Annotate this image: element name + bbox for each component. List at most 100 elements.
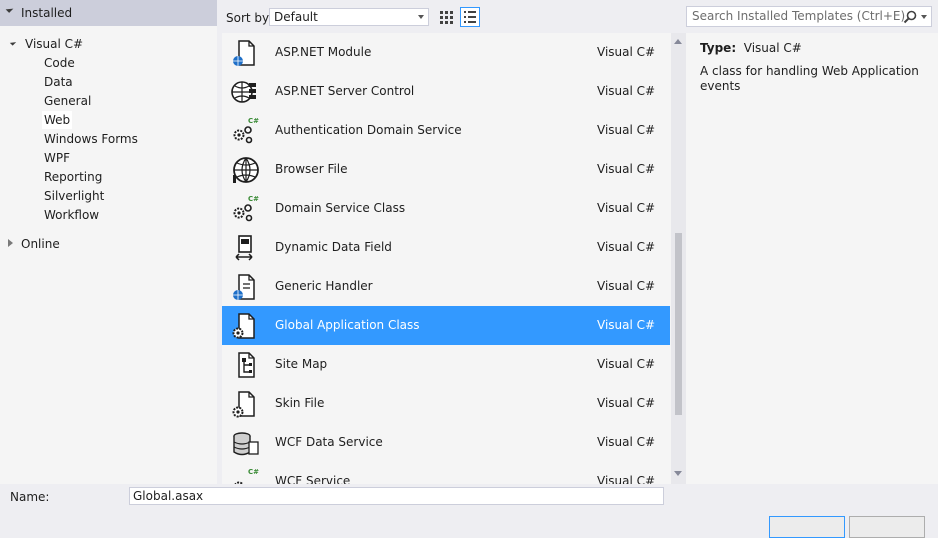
template-type: Type: Visual C# — [700, 41, 802, 55]
globe-icon — [230, 155, 260, 185]
template-name: ASP.NET Module — [275, 45, 372, 59]
list-view-button[interactable] — [460, 7, 480, 27]
tree-item-data[interactable]: Data — [44, 73, 73, 91]
template-row[interactable]: WCF Data Service Visual C# — [222, 423, 670, 462]
template-language: Visual C# — [597, 240, 656, 254]
template-description: A class for handling Web Application eve… — [700, 64, 919, 93]
template-row[interactable]: Skin File Visual C# — [222, 384, 670, 423]
name-field[interactable]: Global.asax — [129, 487, 664, 505]
name-value: Global.asax — [133, 489, 204, 503]
template-language: Visual C# — [597, 435, 656, 449]
tree-item-label: Reporting — [44, 170, 103, 184]
template-row[interactable]: ASP.NET Server Control Visual C# — [222, 72, 670, 111]
data-field-icon — [230, 233, 260, 263]
tree-item-reporting[interactable]: Reporting — [44, 168, 102, 186]
tree-item-web[interactable]: Web — [42, 111, 73, 129]
template-details-panel: Type: Visual C# A class for handling Web… — [686, 33, 938, 484]
template-row[interactable]: C# WCF Service Visual C# — [222, 462, 670, 484]
tree-item-label: WPF — [44, 151, 71, 165]
sort-by-value: Default — [274, 10, 318, 24]
database-icon — [230, 428, 260, 458]
tree-item-windows-forms[interactable]: Windows Forms — [44, 130, 138, 148]
tree-item-code[interactable]: Code — [44, 54, 75, 72]
template-name: Dynamic Data Field — [275, 240, 392, 254]
template-name: Authentication Domain Service — [275, 123, 462, 137]
tree-item-workflow[interactable]: Workflow — [44, 206, 99, 224]
tree-item-label: Silverlight — [44, 189, 105, 203]
tree-item-label: Windows Forms — [44, 132, 138, 146]
chevron-down-icon[interactable] — [921, 15, 927, 19]
template-row[interactable]: Generic Handler Visual C# — [222, 267, 670, 306]
template-language: Visual C# — [597, 162, 656, 176]
template-row[interactable]: Site Map Visual C# — [222, 345, 670, 384]
type-value: Visual C# — [743, 41, 802, 55]
search-templates-input[interactable]: Search Installed Templates (Ctrl+E) — [686, 6, 932, 27]
name-label: Name: — [10, 490, 50, 504]
template-list-scrollbar[interactable] — [671, 33, 686, 484]
tree-item-wpf[interactable]: WPF — [44, 149, 70, 167]
tree-item-label: Online — [21, 237, 60, 251]
template-row[interactable]: Dynamic Data Field Visual C# — [222, 228, 670, 267]
add-button[interactable] — [769, 516, 845, 538]
gear-file-icon — [230, 311, 260, 341]
collapsed-arrow-icon[interactable] — [8, 239, 13, 247]
svg-text:C#: C# — [248, 468, 259, 476]
scroll-down-icon[interactable] — [674, 471, 682, 476]
small-icons-view-button[interactable] — [436, 7, 456, 27]
template-language: Visual C# — [597, 357, 656, 371]
template-row[interactable]: ASP.NET Module Visual C# — [222, 33, 670, 72]
expanded-arrow-icon[interactable] — [9, 39, 17, 46]
template-name: Domain Service Class — [275, 201, 406, 215]
template-language: Visual C# — [597, 123, 656, 137]
tree-item-label: Web — [44, 113, 71, 127]
tree-item-label: Workflow — [44, 208, 100, 222]
template-name: WCF Service — [275, 474, 351, 484]
tree-item-label: Code — [44, 56, 75, 70]
template-name: Global Application Class — [275, 318, 420, 332]
template-name: Site Map — [275, 357, 328, 371]
template-name: ASP.NET Server Control — [275, 84, 415, 98]
svg-text:C#: C# — [248, 117, 259, 125]
tree-item-label: Installed — [21, 6, 73, 20]
cancel-button[interactable] — [849, 516, 925, 538]
template-name: WCF Data Service — [275, 435, 383, 449]
tree-item-online[interactable]: Online — [21, 235, 60, 253]
server-control-icon — [230, 77, 260, 107]
handler-icon — [230, 272, 260, 302]
svg-text:C#: C# — [248, 195, 259, 203]
template-language: Visual C# — [597, 474, 656, 484]
scrollbar-thumb[interactable] — [675, 233, 682, 415]
template-row[interactable]: Global Application Class Visual C# — [222, 306, 670, 345]
template-language: Visual C# — [597, 279, 656, 293]
skin-file-icon — [230, 389, 260, 419]
sort-by-dropdown[interactable]: Default — [269, 8, 429, 26]
domain-service-icon: C# — [230, 194, 260, 224]
tree-item-silverlight[interactable]: Silverlight — [44, 187, 104, 205]
tree-item-label: General — [44, 94, 92, 108]
tree-item-visual-csharp[interactable]: Visual C# — [25, 35, 83, 53]
template-language: Visual C# — [597, 318, 656, 332]
list-view-icon — [464, 11, 476, 23]
search-icon[interactable] — [903, 10, 917, 24]
template-language: Visual C# — [597, 201, 656, 215]
template-list: ASP.NET Module Visual C# ASP.NET Server Co… — [222, 33, 671, 484]
search-placeholder: Search Installed Templates (Ctrl+E) — [692, 9, 906, 23]
type-label: Type: — [700, 41, 737, 55]
wcf-service-icon: C# — [230, 467, 260, 484]
tree-item-installed[interactable]: Installed — [0, 0, 217, 26]
tree-item-label: Data — [44, 75, 73, 89]
grid-view-icon — [440, 11, 453, 24]
expanded-arrow-icon[interactable] — [5, 5, 14, 13]
template-language: Visual C# — [597, 45, 656, 59]
template-tree: Installed Visual C# Code Data General We… — [0, 0, 217, 484]
template-row[interactable]: C# Authentication Domain Service Visual C# — [222, 111, 670, 150]
template-name: Generic Handler — [275, 279, 373, 293]
template-row[interactable]: C# Domain Service Class Visual C# — [222, 189, 670, 228]
template-row[interactable]: Browser File Visual C# — [222, 150, 670, 189]
template-language: Visual C# — [597, 396, 656, 410]
domain-service-icon: C# — [230, 116, 260, 146]
module-icon — [230, 38, 260, 68]
template-language: Visual C# — [597, 84, 656, 98]
tree-item-general[interactable]: General — [44, 92, 91, 110]
scroll-up-icon[interactable] — [674, 39, 682, 44]
